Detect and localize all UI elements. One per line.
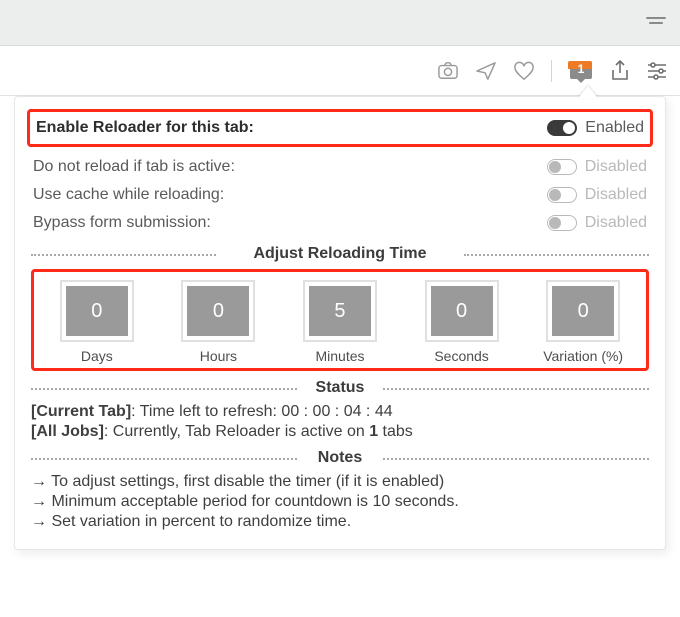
toggle-state-text: Disabled: [585, 214, 647, 232]
note-line: → To adjust settings, first disable the …: [31, 473, 649, 491]
toggle-label: Use cache while reloading:: [33, 186, 224, 204]
toggle-state-text: Enabled: [585, 119, 644, 137]
tile-label: Minutes: [315, 348, 364, 364]
heart-icon[interactable]: [513, 61, 535, 81]
tile-value: 0: [552, 286, 614, 336]
tile-minutes: 5 Minutes: [283, 280, 397, 364]
popup-pointer: [578, 86, 598, 98]
browser-top-strip: [0, 0, 680, 46]
toolbar-separator: [551, 60, 552, 82]
time-tiles: 0 Days 0 Hours 5 Minutes 0 Seconds 0: [31, 269, 649, 371]
tile-input-variation[interactable]: 0: [546, 280, 620, 342]
status-all-text-b: tabs: [378, 423, 413, 440]
status-all-prefix: [All Jobs]: [31, 423, 104, 440]
share-icon[interactable]: [610, 60, 630, 82]
note-line: → Minimum acceptable period for countdow…: [31, 493, 649, 511]
status-current-text: : Time left to refresh:: [131, 403, 281, 420]
menu-icon[interactable]: [646, 14, 666, 27]
tile-seconds: 0 Seconds: [405, 280, 519, 364]
tile-label: Variation (%): [543, 348, 623, 364]
tile-input-days[interactable]: 0: [60, 280, 134, 342]
sliders-icon[interactable]: [646, 61, 668, 81]
toggle-state-text: Disabled: [585, 158, 647, 176]
status-current-prefix: [Current Tab]: [31, 403, 131, 420]
tile-label: Hours: [200, 348, 237, 364]
tile-label: Days: [81, 348, 113, 364]
status-current-countdown: 00 : 00 : 04 : 44: [281, 403, 392, 420]
tile-days: 0 Days: [40, 280, 154, 364]
toggle-switch-active[interactable]: [547, 159, 577, 175]
toggle-label: Do not reload if tab is active:: [33, 158, 235, 176]
section-header-adjust: Adjust Reloading Time: [31, 245, 649, 263]
toggle-row-active: Do not reload if tab is active: Disabled: [31, 153, 649, 181]
tile-variation: 0 Variation (%): [526, 280, 640, 364]
status-all-text-a: : Currently, Tab Reloader is active on: [104, 423, 369, 440]
toggle-label: Enable Reloader for this tab:: [36, 119, 254, 137]
extension-badge-count: 1: [568, 62, 594, 76]
tile-value: 0: [431, 286, 493, 336]
extension-badge[interactable]: 1: [568, 59, 594, 83]
extension-popup: Enable Reloader for this tab: Enabled Do…: [14, 96, 666, 550]
section-header-status: Status: [31, 379, 649, 397]
status-all-count: 1: [369, 423, 378, 440]
toggle-switch-cache[interactable]: [547, 187, 577, 203]
status-current-tab: [Current Tab]: Time left to refresh: 00 …: [31, 403, 649, 421]
tile-value: 0: [187, 286, 249, 336]
highlight-enable-row: Enable Reloader for this tab: Enabled: [27, 109, 653, 147]
tile-input-hours[interactable]: 0: [181, 280, 255, 342]
toggle-row-cache: Use cache while reloading: Disabled: [31, 181, 649, 209]
send-icon[interactable]: [475, 61, 497, 81]
toggle-state-text: Disabled: [585, 186, 647, 204]
tile-hours: 0 Hours: [162, 280, 276, 364]
toggle-switch-bypass[interactable]: [547, 215, 577, 231]
toggle-label: Bypass form submission:: [33, 214, 211, 232]
tile-value: 5: [309, 286, 371, 336]
tile-value: 0: [66, 286, 128, 336]
tile-input-seconds[interactable]: 0: [425, 280, 499, 342]
section-header-notes: Notes: [31, 449, 649, 467]
tile-label: Seconds: [434, 348, 488, 364]
toggle-row-bypass: Bypass form submission: Disabled: [31, 209, 649, 237]
tile-input-minutes[interactable]: 5: [303, 280, 377, 342]
toggle-switch-enable[interactable]: [547, 120, 577, 136]
status-all-jobs: [All Jobs]: Currently, Tab Reloader is a…: [31, 423, 649, 441]
note-line: → Set variation in percent to randomize …: [31, 513, 649, 531]
toggle-row-enable: Enable Reloader for this tab: Enabled: [34, 114, 646, 142]
camera-icon[interactable]: [437, 61, 459, 81]
